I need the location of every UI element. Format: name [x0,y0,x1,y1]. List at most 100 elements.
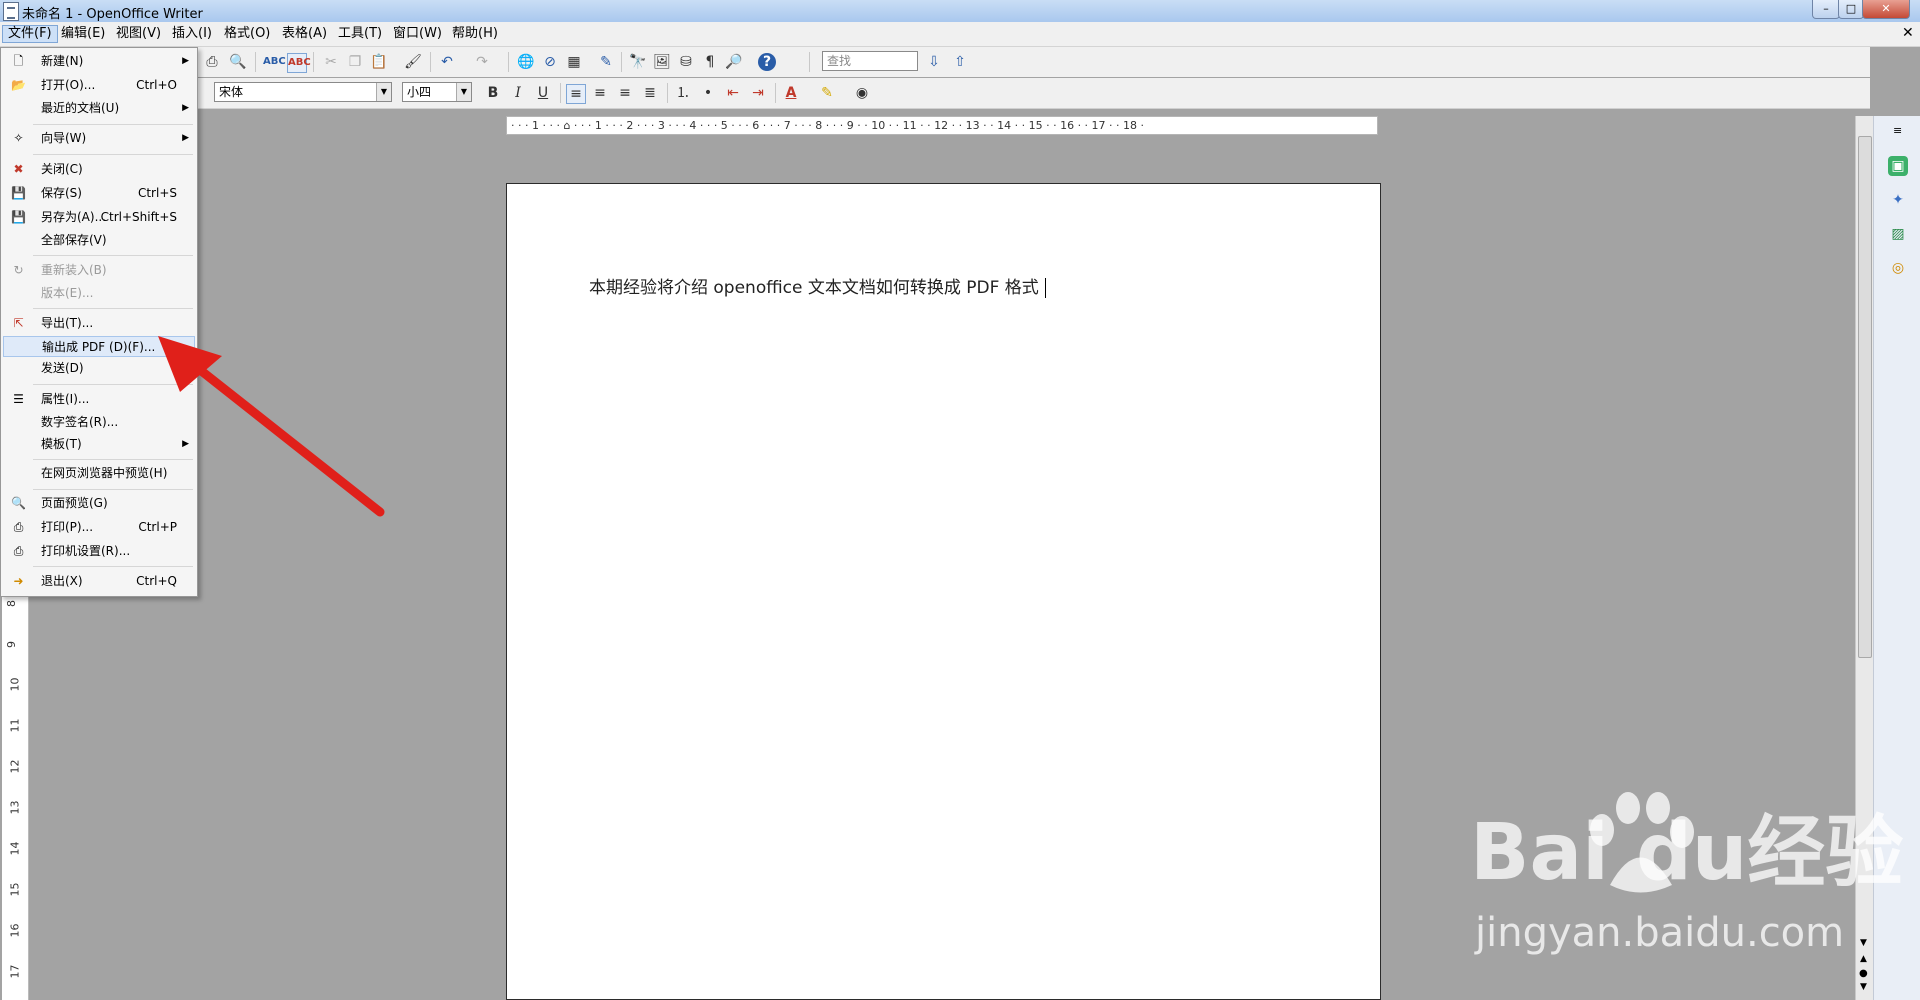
menu-item-save-as[interactable]: 💾 另存为(A)... Ctrl+Shift+S [3,207,195,228]
help-icon[interactable]: ? [758,53,776,71]
font-size-value: 小四 [407,85,432,99]
nonprinting-characters-icon[interactable]: ¶ [701,53,719,71]
close-doc-icon: ✖ [13,162,24,176]
page-preview-icon[interactable]: 🔍 [229,53,247,71]
font-size-combo[interactable]: 小四 ▼ [402,82,472,102]
page-preview-icon: 🔍 [11,496,26,510]
close-document-icon[interactable]: ✕ [1902,25,1914,41]
menu-format[interactable]: 格式(O) [219,25,275,43]
styles-deck-icon[interactable]: ✦ [1888,190,1908,210]
menu-table[interactable]: 表格(A) [277,25,332,43]
show-draw-functions-icon[interactable]: ✎ [597,53,615,71]
menu-item-close[interactable]: ✖ 关闭(C) [3,159,195,180]
navigation-icon[interactable]: ● [1859,968,1868,979]
document-page[interactable]: 本期经验将介绍 openoffice 文本文档如何转换成 PDF 格式 [506,183,1381,1000]
navigator-deck-icon[interactable]: ◎ [1888,258,1908,278]
align-right-icon[interactable]: ≡ [616,84,634,102]
formatting-toolbar: 宋体 ▼ 小四 ▼ B I U ≡ ≡ ≡ ≣ ⒈ • ⇤ ⇥ A ✎ ◉ [0,78,1870,109]
undo-icon[interactable]: ↶ [438,53,456,71]
menu-item-open[interactable]: 📂 打开(O)... Ctrl+O [3,75,195,96]
underline-button[interactable]: U [534,84,552,102]
maximize-button[interactable]: □ [1838,0,1864,19]
ruler-number: 14 [8,841,22,856]
zoom-icon[interactable]: 🔎 [725,53,743,71]
justify-icon[interactable]: ≣ [641,84,659,102]
redo-icon[interactable]: ↷ [473,53,491,71]
text-cursor [1044,278,1046,298]
find-replace-icon[interactable]: 🔭 [629,53,647,71]
menu-item-printer-settings[interactable]: ⎙ 打印机设置(R)... [3,541,195,562]
find-previous-icon[interactable]: ⇧ [951,53,969,71]
toolbar-separator [621,52,622,72]
highlighting-icon[interactable]: ✎ [818,84,836,102]
horizontal-ruler[interactable]: · · · 1 · · · ⌂ · · · 1 · · · 2 · · · 3 … [506,116,1378,135]
minimize-button[interactable]: – [1812,0,1840,19]
submenu-arrow-icon: ▶ [182,133,189,143]
sidebar-menu-icon[interactable]: ≡ [1893,124,1902,137]
spellcheck-icon[interactable]: ABC [263,53,286,71]
menu-view[interactable]: 视图(V) [111,25,166,43]
menu-item-reload[interactable]: ↻ 重新装入(B) [3,260,195,281]
menu-insert[interactable]: 插入(I) [167,25,217,43]
menu-tools[interactable]: 工具(T) [333,25,387,43]
numbering-icon[interactable]: ⒈ [674,84,692,102]
print-icon[interactable]: ⎙ [203,53,221,71]
ruler-number: 11 [8,718,22,733]
background-color-icon[interactable]: ◉ [853,84,871,102]
previous-page-icon[interactable]: ▲ [1860,954,1867,964]
cut-icon[interactable]: ✂ [322,53,340,71]
print-icon: ⎙ [13,520,24,534]
menu-edit[interactable]: 编辑(E) [56,25,110,43]
bold-button[interactable]: B [484,84,502,102]
document-text[interactable]: 本期经验将介绍 openoffice 文本文档如何转换成 PDF 格式 [589,273,1046,298]
properties-deck-icon[interactable]: ▣ [1888,156,1908,176]
chevron-down-icon[interactable]: ▼ [376,83,391,101]
increase-indent-icon[interactable]: ⇥ [749,84,767,102]
menu-item-recent[interactable]: 最近的文档(U) ▶ [3,98,195,119]
decrease-indent-icon[interactable]: ⇤ [724,84,742,102]
menu-window[interactable]: 窗口(W) [388,25,447,43]
ruler-number: 10 [8,677,22,692]
find-input[interactable]: 查找 [822,51,918,71]
menu-item-save[interactable]: 💾 保存(S) Ctrl+S [3,183,195,204]
toolbar-separator [313,52,314,72]
menu-item-save-all[interactable]: 全部保存(V) [3,230,195,251]
writer-app-icon [3,2,19,21]
gallery-deck-icon[interactable]: ▨ [1888,224,1908,244]
paste-icon[interactable]: 📋 [370,53,388,71]
bullets-icon[interactable]: • [699,84,717,102]
ruler-number: 12 [8,759,22,774]
italic-button[interactable]: I [509,84,527,102]
find-next-icon[interactable]: ⇩ [925,53,943,71]
align-center-icon[interactable]: ≡ [591,84,609,102]
save-icon: 💾 [11,186,26,200]
menu-item-exit[interactable]: ➜ 退出(X) Ctrl+Q [3,571,195,592]
close-window-button[interactable]: ✕ [1862,0,1910,19]
toolbar-separator [775,83,776,103]
baidu-watermark-logo: Bai du经验 [1470,808,1904,898]
data-sources-icon[interactable]: ⛁ [677,53,695,71]
copy-icon[interactable]: ❐ [346,53,364,71]
scroll-down-icon[interactable]: ▼ [1860,938,1867,948]
chevron-down-icon[interactable]: ▼ [456,83,471,101]
next-page-icon[interactable]: ▼ [1860,982,1867,992]
scrollbar-thumb[interactable] [1858,136,1872,658]
menu-item-new[interactable]: 🗋 新建(N) ▶ [3,51,195,72]
toolbar-separator [809,52,810,72]
menu-item-versions[interactable]: 版本(E)... [3,283,195,304]
font-color-icon[interactable]: A [782,84,800,102]
table-icon[interactable]: ▦ [565,53,583,71]
format-paintbrush-icon[interactable]: 🖌 [404,53,422,71]
hyperlink-icon[interactable]: 🌐 [517,53,535,71]
export-icon: ⇱ [13,316,24,330]
menu-file[interactable]: 文件(F) [2,25,58,43]
open-folder-icon: 📂 [11,78,26,92]
align-left-icon[interactable]: ≡ [566,84,586,104]
auto-spellcheck-icon[interactable]: ABC [287,53,311,73]
menu-help[interactable]: 帮助(H) [447,25,503,43]
navigator-icon[interactable]: ⊘ [541,53,559,71]
menu-item-wizard[interactable]: ✧ 向导(W) ▶ [3,128,195,149]
font-name-combo[interactable]: 宋体 ▼ [214,82,392,102]
gallery-icon[interactable]: 🖼 [653,53,671,71]
ruler-number: 8 [5,600,18,607]
